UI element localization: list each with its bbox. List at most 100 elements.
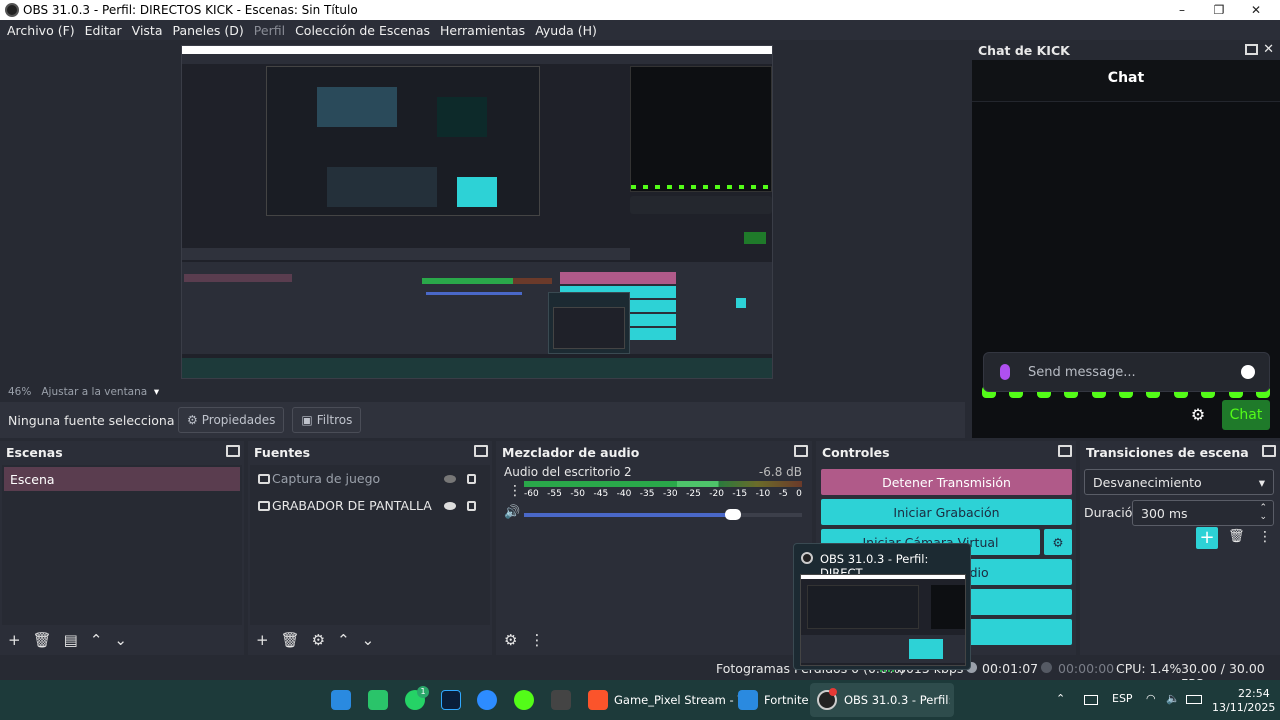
battery-icon[interactable] (1186, 695, 1202, 704)
undock-icon[interactable] (1262, 445, 1276, 457)
stop-stream-button[interactable]: Detener Transmisión (821, 469, 1072, 495)
monitor-icon (258, 500, 270, 511)
brave-icon[interactable] (588, 690, 608, 710)
taskbar-app-label[interactable]: OBS 31.0.3 - Perfil: DIREC (844, 693, 950, 707)
mixer-menu-icon[interactable]: ⋮ (529, 631, 544, 649)
emoji-icon[interactable] (1241, 365, 1255, 379)
source-item[interactable]: Captura de juego (250, 465, 490, 492)
properties-button[interactable]: ⚙ Propiedades (178, 407, 285, 433)
mixer-header: Mezclador de audio (496, 441, 812, 463)
meter-tick: -50 (570, 489, 586, 499)
taskbar: 1 Game_Pixel Stream - W Fortnite OBS 31.… (0, 680, 1280, 720)
fit-window-select[interactable]: Ajustar a la ventana ▾ (41, 386, 159, 398)
close-icon[interactable]: ✕ (1263, 42, 1274, 57)
duration-input[interactable]: 300 ms ⌃ ⌄ (1132, 500, 1274, 526)
menu-paneles[interactable]: Paneles (D) (168, 23, 249, 38)
sources-title: Fuentes (254, 444, 311, 460)
scenes-list: Escena (2, 465, 242, 625)
taskbar-app-label[interactable]: Fortnite (764, 693, 809, 707)
app-icon[interactable] (368, 690, 388, 710)
mini-chat (630, 66, 772, 192)
keyboard-icon[interactable] (1084, 695, 1098, 705)
clock-time[interactable]: 22:54 (1238, 687, 1270, 700)
chat-settings-icon[interactable]: ⚙ (1189, 406, 1207, 424)
lock-icon[interactable] (467, 473, 476, 484)
wifi-icon[interactable]: ◠ (1146, 692, 1156, 705)
menu-editar[interactable]: Editar (80, 23, 127, 38)
undock-icon[interactable] (1058, 445, 1072, 457)
menu-archivo[interactable]: Archivo (F) (2, 23, 80, 38)
chat-input[interactable]: Send message... (983, 352, 1270, 392)
stepper-icon[interactable]: ⌃ ⌄ (1259, 504, 1267, 522)
microphone-icon[interactable] (1000, 364, 1010, 380)
app-icon[interactable] (514, 690, 534, 710)
status-bar: Fotogramas Perdidos 0 (0.0%) 6015 kbps 0… (0, 656, 1280, 691)
menu-vista[interactable]: Vista (127, 23, 168, 38)
menu-coleccion-escenas[interactable]: Colección de Escenas (290, 23, 435, 38)
undock-icon[interactable] (794, 445, 808, 457)
chevron-down-icon[interactable]: ⌄ (362, 631, 375, 649)
source-item[interactable]: GRABADOR DE PANTALLA (250, 492, 490, 519)
volume-icon[interactable]: 🔈 (1166, 692, 1180, 705)
zoom-icon[interactable] (477, 690, 497, 710)
trash-icon[interactable]: 🗑 (33, 631, 52, 649)
transitions-header: Transiciones de escena (1080, 441, 1280, 463)
chat-send-button[interactable]: Chat (1222, 400, 1270, 430)
advanced-audio-gear-icon[interactable]: ⚙ (504, 631, 517, 649)
close-button[interactable]: ✕ (1238, 0, 1274, 20)
scene-item[interactable]: Escena (4, 467, 240, 491)
taskbar-preview-popup[interactable]: OBS 31.0.3 - Perfil: DIRECT... (793, 543, 971, 670)
chevron-up-icon[interactable]: ⌃ (90, 631, 103, 649)
virtual-cam-gear-icon[interactable]: ⚙ (1044, 529, 1072, 555)
speaker-icon[interactable]: 🔊 (504, 505, 520, 520)
chevron-down-icon: ▾ (1258, 474, 1265, 490)
chevron-up-icon[interactable]: ⌃ (337, 631, 350, 649)
eye-icon[interactable] (444, 501, 456, 510)
volume-slider[interactable] (524, 509, 802, 520)
mixer-body: Audio del escritorio 2 -6.8 dB ⋮ -60 -55… (498, 465, 810, 625)
transition-menu-icon[interactable]: ⋮ (1258, 529, 1272, 545)
lock-icon[interactable] (467, 500, 476, 511)
chevron-up-icon[interactable]: ⌃ (1056, 692, 1065, 705)
recording-dot-icon (829, 688, 837, 696)
meter-tick: -30 (662, 489, 678, 499)
minimize-button[interactable]: – (1164, 0, 1200, 20)
taskbar-app-label[interactable]: Game_Pixel Stream - W (614, 693, 749, 707)
menu-perfil[interactable]: Perfil (249, 23, 290, 38)
eye-hidden-icon[interactable] (444, 474, 456, 483)
mixer-menu-icon[interactable]: ⋮ (508, 483, 522, 499)
maximize-button[interactable]: ❐ (1201, 0, 1237, 20)
undock-icon[interactable] (474, 445, 488, 457)
start-record-button[interactable]: Iniciar Grabación (821, 499, 1072, 525)
chevron-down-icon[interactable]: ⌄ (114, 631, 127, 649)
fortnite-icon[interactable] (738, 690, 758, 710)
undock-icon[interactable] (1245, 44, 1258, 55)
add-icon[interactable]: + (256, 631, 269, 649)
menu-ayuda[interactable]: Ayuda (H) (530, 23, 602, 38)
undock-icon[interactable] (226, 445, 240, 457)
add-transition-button[interactable]: + (1196, 527, 1218, 549)
photoshop-icon[interactable] (441, 690, 461, 710)
volume-knob[interactable] (724, 509, 741, 520)
gear-icon: ⚙ (187, 413, 198, 427)
menu-herramientas[interactable]: Herramientas (435, 23, 530, 38)
title-bar: OBS 31.0.3 - Perfil: DIRECTOS KICK - Esc… (0, 0, 1280, 20)
scenes-footer: + 🗑 ▤ ⌃ ⌄ (0, 625, 244, 655)
language-label[interactable]: ESP (1112, 692, 1133, 705)
trash-icon[interactable]: 🗑 (1228, 529, 1245, 544)
clock-date[interactable]: 13/11/2025 (1212, 701, 1275, 714)
popup-thumbnail[interactable] (800, 574, 966, 666)
filter-icon[interactable]: ▤ (64, 631, 78, 649)
filters-button[interactable]: ▣ Filtros (292, 407, 362, 433)
menu-bar: Archivo (F) Editar Vista Paneles (D) Per… (0, 20, 1280, 40)
windows-start-icon[interactable] (331, 690, 351, 710)
transition-select[interactable]: Desvanecimiento ▾ (1084, 469, 1274, 495)
gear-icon[interactable]: ⚙ (312, 631, 325, 649)
mini-preview (266, 66, 540, 216)
trash-icon[interactable]: 🗑 (281, 631, 300, 649)
controls-title: Controles (822, 444, 890, 460)
preview-canvas[interactable] (181, 45, 773, 379)
preview-area[interactable] (0, 40, 968, 384)
app-icon[interactable] (551, 690, 571, 710)
add-icon[interactable]: + (8, 631, 21, 649)
